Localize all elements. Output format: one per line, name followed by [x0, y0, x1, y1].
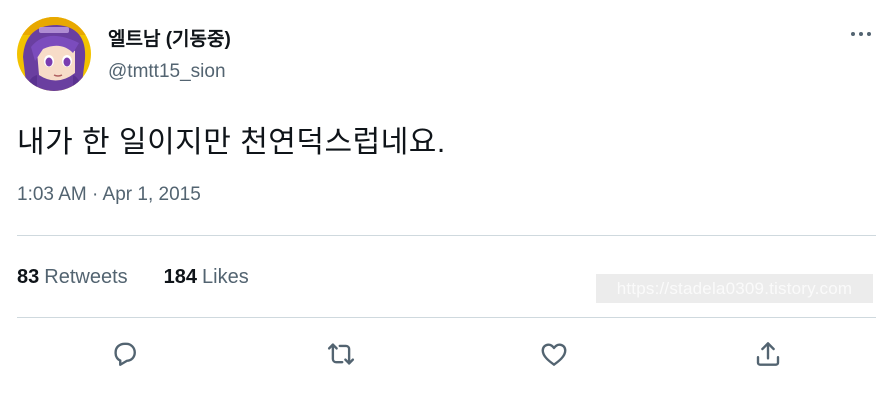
watermark: https://stadela0309.tistory.com — [596, 274, 873, 303]
more-options-icon-dot — [867, 32, 871, 36]
more-options-icon-dot — [859, 32, 863, 36]
likes-label: Likes — [202, 266, 249, 288]
share-button[interactable] — [751, 337, 785, 371]
retweet-button[interactable] — [324, 337, 358, 371]
user-handle[interactable]: @tmtt15_sion — [108, 61, 226, 83]
reply-icon — [114, 342, 136, 366]
likes-count: 184 — [163, 266, 197, 288]
tweet-text: 내가 한 일이지만 천연덕스럽네요. — [17, 126, 446, 159]
more-options-button[interactable] — [846, 24, 876, 44]
divider — [17, 317, 876, 318]
anime-character-avatar-icon — [17, 17, 91, 91]
tweet-timestamp[interactable]: 1:03 AM · Apr 1, 2015 — [17, 184, 201, 206]
heart-icon — [541, 343, 567, 366]
display-name[interactable]: 엘트남 (기동중) — [108, 24, 231, 51]
retweets-label: Retweets — [44, 266, 128, 288]
retweets-count: 83 — [17, 266, 40, 288]
retweets-stat[interactable]: 83 Retweets — [17, 266, 128, 289]
avatar[interactable] — [17, 17, 91, 91]
tweet-stats: 83 Retweets 184 Likes — [17, 266, 249, 289]
share-icon — [756, 342, 780, 366]
likes-stat[interactable]: 184 Likes — [164, 266, 249, 289]
more-options-icon — [851, 32, 855, 36]
retweet-icon — [327, 343, 355, 365]
reply-button[interactable] — [108, 337, 142, 371]
divider — [17, 235, 876, 236]
like-button[interactable] — [537, 337, 571, 371]
